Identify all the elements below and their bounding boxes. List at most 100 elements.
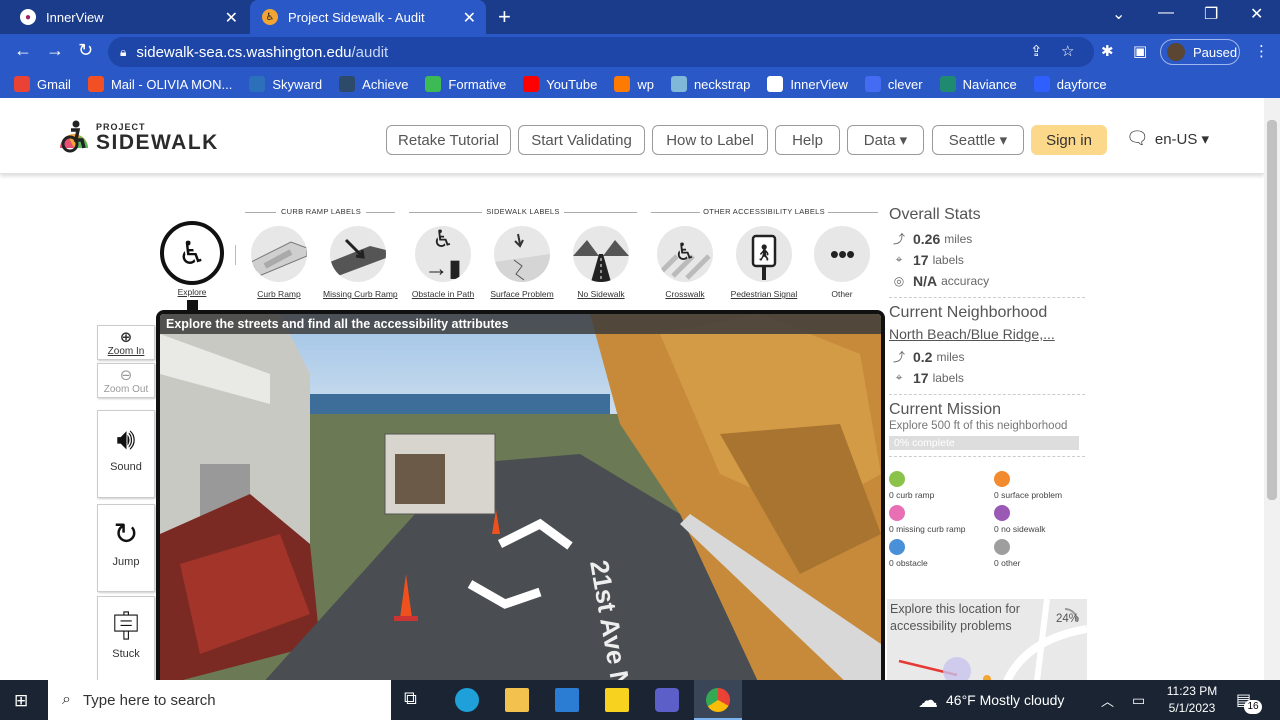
zoom-in-label: Zoom In — [107, 346, 145, 357]
weather-widget[interactable]: ☁ 46°F Mostly cloudy — [918, 680, 1064, 720]
new-tab-icon[interactable]: + — [498, 4, 511, 30]
project-sidewalk-logo[interactable]: PROJECT SIDEWALK — [56, 118, 219, 158]
show-hidden-icons-icon[interactable]: ︿ — [1101, 680, 1114, 720]
distance-icon: ⤴ — [892, 232, 905, 246]
sign-in-button[interactable]: Sign in — [1031, 125, 1107, 155]
tab-project-sidewalk[interactable]: ♿ Project Sidewalk - Audit ✕ — [250, 0, 486, 34]
bookmark-label: neckstrap — [693, 76, 751, 92]
sound-button[interactable]: 🔊︎ Sound — [97, 410, 155, 498]
menu-icon[interactable]: ⋮ — [1254, 42, 1269, 60]
bookmark-item[interactable]: neckstrap — [670, 76, 751, 92]
sidewalk-favicon-icon: ♿ — [262, 9, 278, 25]
edge-icon[interactable] — [455, 688, 479, 712]
label-type-icon — [994, 505, 1010, 521]
neighborhood-link[interactable]: North Beach/Blue Ridge,... — [889, 326, 1085, 342]
avatar — [1167, 43, 1185, 61]
obstacle-icon: ♿→▮ — [415, 226, 471, 282]
missing-curb-ramp-icon — [330, 226, 386, 282]
no-sidewalk-tool[interactable]: No Sidewalk — [566, 226, 636, 299]
bookmark-label: Skyward — [272, 76, 323, 92]
bookmark-item[interactable]: clever — [864, 76, 923, 92]
explore-tool[interactable]: ♿ Explore — [157, 221, 227, 297]
surface-problem-icon — [494, 226, 550, 282]
side-panel-icon[interactable]: ▣ — [1133, 42, 1147, 60]
network-icon[interactable]: ▭ — [1132, 680, 1145, 720]
close-window-icon[interactable]: ✕ — [1250, 4, 1263, 24]
mission-description: Explore 500 ft of this neighborhood — [889, 420, 1068, 432]
tab-title: InnerView — [46, 9, 104, 25]
url-input[interactable]: 🔒︎ sidewalk-sea.cs.washington.edu/audit — [108, 37, 1094, 67]
scrollbar-thumb[interactable] — [1267, 120, 1277, 500]
language-dropdown[interactable]: 🗨︎ en-US ▾ — [1126, 128, 1209, 149]
clock[interactable]: 11:23 PM 5/1/2023 — [1164, 684, 1220, 715]
city-dropdown[interactable]: Seattle ▾ — [932, 125, 1024, 155]
bookmark-label: dayforce — [1056, 76, 1107, 92]
start-validating-button[interactable]: Start Validating — [518, 125, 645, 155]
file-explorer-icon[interactable] — [505, 688, 529, 712]
minimize-icon[interactable]: — — [1158, 4, 1174, 22]
divider — [889, 456, 1085, 457]
bookmark-star-icon[interactable]: ☆ — [1061, 42, 1074, 60]
tool-label: Other — [831, 289, 853, 299]
bookmark-item[interactable]: Achieve — [339, 76, 408, 92]
tab-search-icon[interactable]: ⌄ — [1112, 4, 1125, 24]
profile-status: Paused — [1193, 44, 1238, 60]
restore-icon[interactable]: ❐ — [1204, 4, 1218, 24]
legend-label: 0 curb ramp — [889, 490, 935, 500]
close-tab-icon[interactable]: ✕ — [225, 8, 238, 28]
help-button[interactable]: Help — [775, 125, 840, 155]
other-tool[interactable]: ••• Other — [807, 226, 877, 299]
extensions-icon[interactable]: ✱ — [1101, 42, 1114, 60]
taskbar-search-input[interactable]: ⌕ Type here to search — [48, 680, 391, 720]
profile-button[interactable]: Paused — [1160, 39, 1240, 65]
divider — [235, 245, 236, 265]
share-icon[interactable]: ⇪ — [1030, 42, 1043, 60]
windows-start-icon[interactable]: ⊞ — [14, 691, 28, 711]
missing-curb-ramp-tool[interactable]: Missing Curb Ramp — [323, 226, 398, 299]
task-view-icon[interactable]: ⧉ — [404, 688, 428, 712]
bookmark-item[interactable]: Gmail — [14, 76, 71, 92]
reload-icon[interactable]: ↻ — [78, 40, 93, 61]
pedestrian-signal-tool[interactable]: 🚶︎ Pedestrian Signal — [729, 226, 799, 299]
bookmark-item[interactable]: Skyward — [249, 76, 322, 92]
bookmark-item[interactable]: Formative — [425, 76, 506, 92]
close-tab-icon[interactable]: ✕ — [463, 8, 476, 28]
sticky-notes-icon[interactable] — [605, 688, 629, 712]
mini-map-progress: 24% — [1055, 613, 1079, 625]
crosswalk-tool[interactable]: ♿ Crosswalk — [650, 226, 720, 299]
tab-innerview[interactable]: ● InnerView ✕ — [8, 0, 248, 34]
time-text: 11:23 PM — [1166, 684, 1218, 698]
jump-button[interactable]: ↻ Jump — [97, 504, 155, 592]
bookmark-label: wp — [637, 76, 654, 92]
surface-problem-tool[interactable]: Surface Problem — [487, 226, 557, 299]
bookmark-item[interactable]: dayforce — [1033, 76, 1107, 92]
zoom-out-button[interactable]: ⊖ Zoom Out — [97, 363, 155, 398]
curb-ramp-tool[interactable]: Curb Ramp — [244, 226, 314, 299]
how-to-label-button[interactable]: How to Label — [652, 125, 768, 155]
bookmark-item[interactable]: wp — [614, 76, 654, 92]
accuracy-value: N/A — [913, 272, 938, 289]
bookmark-item[interactable]: YouTube — [523, 76, 597, 92]
obstacle-tool[interactable]: ♿→▮ Obstacle in Path — [408, 226, 478, 299]
back-icon[interactable]: ← — [14, 40, 32, 61]
forward-icon[interactable]: → — [46, 40, 64, 61]
bookmark-label: Formative — [448, 76, 507, 92]
bookmark-item[interactable]: Naviance — [939, 76, 1017, 92]
speaker-icon: 🔊︎ — [116, 423, 136, 456]
bookmark-item[interactable]: Mail - OLIVIA MON... — [87, 76, 232, 92]
teams-icon[interactable] — [655, 688, 679, 712]
sidewalk-logo-icon — [56, 118, 92, 158]
street-view-panorama[interactable]: Explore the streets and find all the acc… — [156, 310, 885, 680]
bookmark-item[interactable]: InnerView — [767, 76, 848, 92]
mini-map[interactable]: Explore this location for accessibility … — [887, 599, 1087, 680]
mail-icon[interactable] — [555, 688, 579, 712]
jump-label: Jump — [112, 556, 140, 568]
bookmark-favicon-icon — [87, 76, 104, 92]
zoom-in-button[interactable]: ⊕ Zoom In — [97, 325, 155, 360]
legend-label: 0 missing curb ramp — [889, 524, 966, 534]
retake-tutorial-button[interactable]: Retake Tutorial — [386, 125, 511, 155]
no-sidewalk-icon — [573, 226, 629, 282]
data-dropdown[interactable]: Data ▾ — [847, 125, 924, 155]
stuck-button[interactable]: 🪧︎ Stuck — [97, 596, 155, 680]
svg-text:♿: ♿ — [674, 239, 696, 266]
